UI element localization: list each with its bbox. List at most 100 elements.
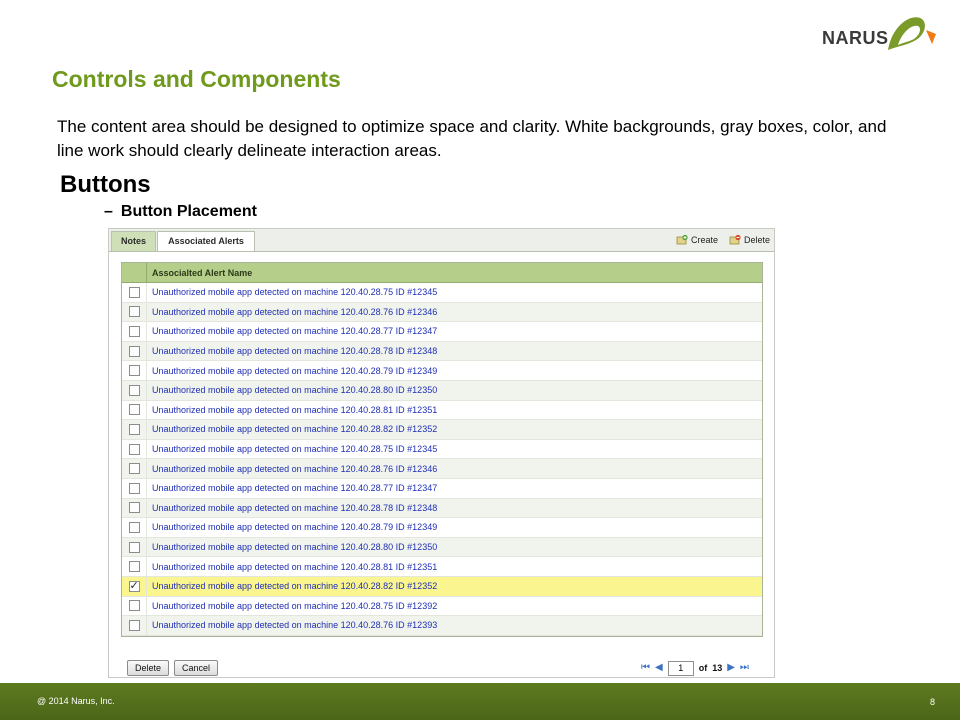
slide-title: Controls and Components xyxy=(52,66,341,92)
logo-text: NARUS xyxy=(822,28,889,48)
pager: ⏮ ◀ of 13 ▶ ⏭ xyxy=(641,660,749,676)
row-check-cell xyxy=(122,576,147,596)
row-check-cell xyxy=(122,341,147,361)
row-checkbox[interactable] xyxy=(128,482,140,494)
tab-associated-alerts[interactable]: Associated Alerts xyxy=(157,231,255,252)
narus-logo: NARUS xyxy=(822,12,940,56)
alert-name-link[interactable]: Unauthorized mobile app detected on mach… xyxy=(147,424,437,434)
row-checkbox[interactable] xyxy=(128,463,140,475)
page-number: 8 xyxy=(930,697,936,707)
alerts-grid: Associalted Alert Name Unauthorized mobi… xyxy=(121,262,763,637)
alerts-panel: Notes Associated Alerts Create Delete As… xyxy=(108,228,775,678)
table-row[interactable]: Unauthorized mobile app detected on mach… xyxy=(122,518,762,538)
table-row[interactable]: Unauthorized mobile app detected on mach… xyxy=(122,420,762,440)
table-row[interactable]: Unauthorized mobile app detected on mach… xyxy=(122,439,762,460)
pager-of-label: of xyxy=(698,663,708,673)
row-checkbox[interactable] xyxy=(128,345,140,357)
row-checkbox[interactable] xyxy=(128,579,140,592)
create-button[interactable]: Create xyxy=(676,232,718,248)
table-row[interactable]: Unauthorized mobile app detected on mach… xyxy=(122,380,762,401)
create-label: Create xyxy=(691,235,719,245)
alert-name-link[interactable]: Unauthorized mobile app detected on mach… xyxy=(147,287,437,297)
row-check-cell xyxy=(122,380,147,400)
first-page-icon[interactable]: ⏮ xyxy=(641,660,650,676)
alert-name-link[interactable]: Unauthorized mobile app detected on mach… xyxy=(147,405,437,415)
delete-button[interactable]: Delete xyxy=(127,660,169,676)
row-check-cell xyxy=(122,439,147,459)
table-row[interactable]: Unauthorized mobile app detected on mach… xyxy=(122,537,762,558)
tab-content: Associalted Alert Name Unauthorized mobi… xyxy=(109,251,774,677)
row-checkbox[interactable] xyxy=(128,286,140,298)
table-row[interactable]: Unauthorized mobile app detected on mach… xyxy=(122,283,762,303)
table-row[interactable]: Unauthorized mobile app detected on mach… xyxy=(122,322,762,342)
header-check-cell xyxy=(122,263,147,282)
delete-icon xyxy=(729,234,741,246)
sub-bullet-text: Button Placement xyxy=(120,203,257,220)
alert-name-link[interactable]: Unauthorized mobile app detected on mach… xyxy=(147,522,437,532)
row-checkbox[interactable] xyxy=(128,502,140,514)
alert-name-link[interactable]: Unauthorized mobile app detected on mach… xyxy=(147,444,437,454)
row-checkbox[interactable] xyxy=(128,443,140,455)
alert-name-link[interactable]: Unauthorized mobile app detected on mach… xyxy=(147,326,437,336)
alert-name-link[interactable]: Unauthorized mobile app detected on mach… xyxy=(147,581,437,591)
row-checkbox[interactable] xyxy=(128,306,140,318)
tab-notes[interactable]: Notes xyxy=(111,231,156,251)
tab-bar: Notes Associated Alerts Create Delete xyxy=(109,229,774,252)
alert-name-link[interactable]: Unauthorized mobile app detected on mach… xyxy=(147,542,437,552)
table-row[interactable]: Unauthorized mobile app detected on mach… xyxy=(122,478,762,499)
alert-name-link[interactable]: Unauthorized mobile app detected on mach… xyxy=(147,346,437,356)
table-row[interactable]: Unauthorized mobile app detected on mach… xyxy=(122,596,762,617)
table-row[interactable]: Unauthorized mobile app detected on mach… xyxy=(122,302,762,323)
toolbar-delete-button[interactable]: Delete xyxy=(729,232,770,248)
table-row[interactable]: Unauthorized mobile app detected on mach… xyxy=(122,459,762,479)
row-checkbox[interactable] xyxy=(128,404,140,416)
alert-name-link[interactable]: Unauthorized mobile app detected on mach… xyxy=(147,307,437,317)
column-header-alert-name[interactable]: Associalted Alert Name xyxy=(147,263,252,282)
row-check-cell xyxy=(122,361,147,380)
table-row[interactable]: Unauthorized mobile app detected on mach… xyxy=(122,361,762,381)
row-checkbox[interactable] xyxy=(128,541,140,553)
alert-name-link[interactable]: Unauthorized mobile app detected on mach… xyxy=(147,483,437,493)
row-checkbox[interactable] xyxy=(128,384,140,396)
pager-total: 13 xyxy=(712,663,723,673)
table-row[interactable]: Unauthorized mobile app detected on mach… xyxy=(122,557,762,577)
alert-name-link[interactable]: Unauthorized mobile app detected on mach… xyxy=(147,385,437,395)
row-check-cell xyxy=(122,537,147,557)
alert-name-link[interactable]: Unauthorized mobile app detected on mach… xyxy=(147,601,437,611)
alert-name-link[interactable]: Unauthorized mobile app detected on mach… xyxy=(147,503,437,513)
row-check-cell xyxy=(122,459,147,478)
row-check-cell xyxy=(122,302,147,322)
table-row[interactable]: Unauthorized mobile app detected on mach… xyxy=(122,616,762,636)
panel-footer: Delete Cancel ⏮ ◀ of 13 ▶ ⏭ xyxy=(121,660,763,676)
row-check-cell xyxy=(122,557,147,576)
narus-leaf-icon xyxy=(888,17,936,50)
row-checkbox[interactable] xyxy=(128,365,140,377)
section-heading: Buttons xyxy=(60,171,151,198)
grid-body: Unauthorized mobile app detected on mach… xyxy=(122,283,762,636)
last-page-icon[interactable]: ⏭ xyxy=(740,660,749,676)
prev-page-icon[interactable]: ◀ xyxy=(655,660,663,676)
alert-name-link[interactable]: Unauthorized mobile app detected on mach… xyxy=(147,620,437,630)
row-checkbox[interactable] xyxy=(128,423,140,435)
alert-name-link[interactable]: Unauthorized mobile app detected on mach… xyxy=(147,562,437,572)
row-check-cell xyxy=(122,322,147,341)
row-checkbox[interactable] xyxy=(128,600,140,612)
row-check-cell xyxy=(122,400,147,420)
page-number-input[interactable] xyxy=(667,660,694,676)
next-page-icon[interactable]: ▶ xyxy=(727,660,735,676)
table-row[interactable]: Unauthorized mobile app detected on mach… xyxy=(122,576,762,597)
cancel-button[interactable]: Cancel xyxy=(174,660,218,676)
grid-header: Associalted Alert Name xyxy=(122,263,762,283)
alert-name-link[interactable]: Unauthorized mobile app detected on mach… xyxy=(147,366,437,376)
row-checkbox[interactable] xyxy=(128,561,140,573)
footer-bar: @ 2014 Narus, Inc. 8 xyxy=(0,683,960,720)
row-check-cell xyxy=(122,616,147,635)
table-row[interactable]: Unauthorized mobile app detected on mach… xyxy=(122,400,762,421)
table-row[interactable]: Unauthorized mobile app detected on mach… xyxy=(122,498,762,519)
table-row[interactable]: Unauthorized mobile app detected on mach… xyxy=(122,341,762,362)
row-check-cell xyxy=(122,498,147,518)
row-checkbox[interactable] xyxy=(128,325,140,337)
row-checkbox[interactable] xyxy=(128,521,140,533)
alert-name-link[interactable]: Unauthorized mobile app detected on mach… xyxy=(147,464,437,474)
row-checkbox[interactable] xyxy=(128,619,140,631)
